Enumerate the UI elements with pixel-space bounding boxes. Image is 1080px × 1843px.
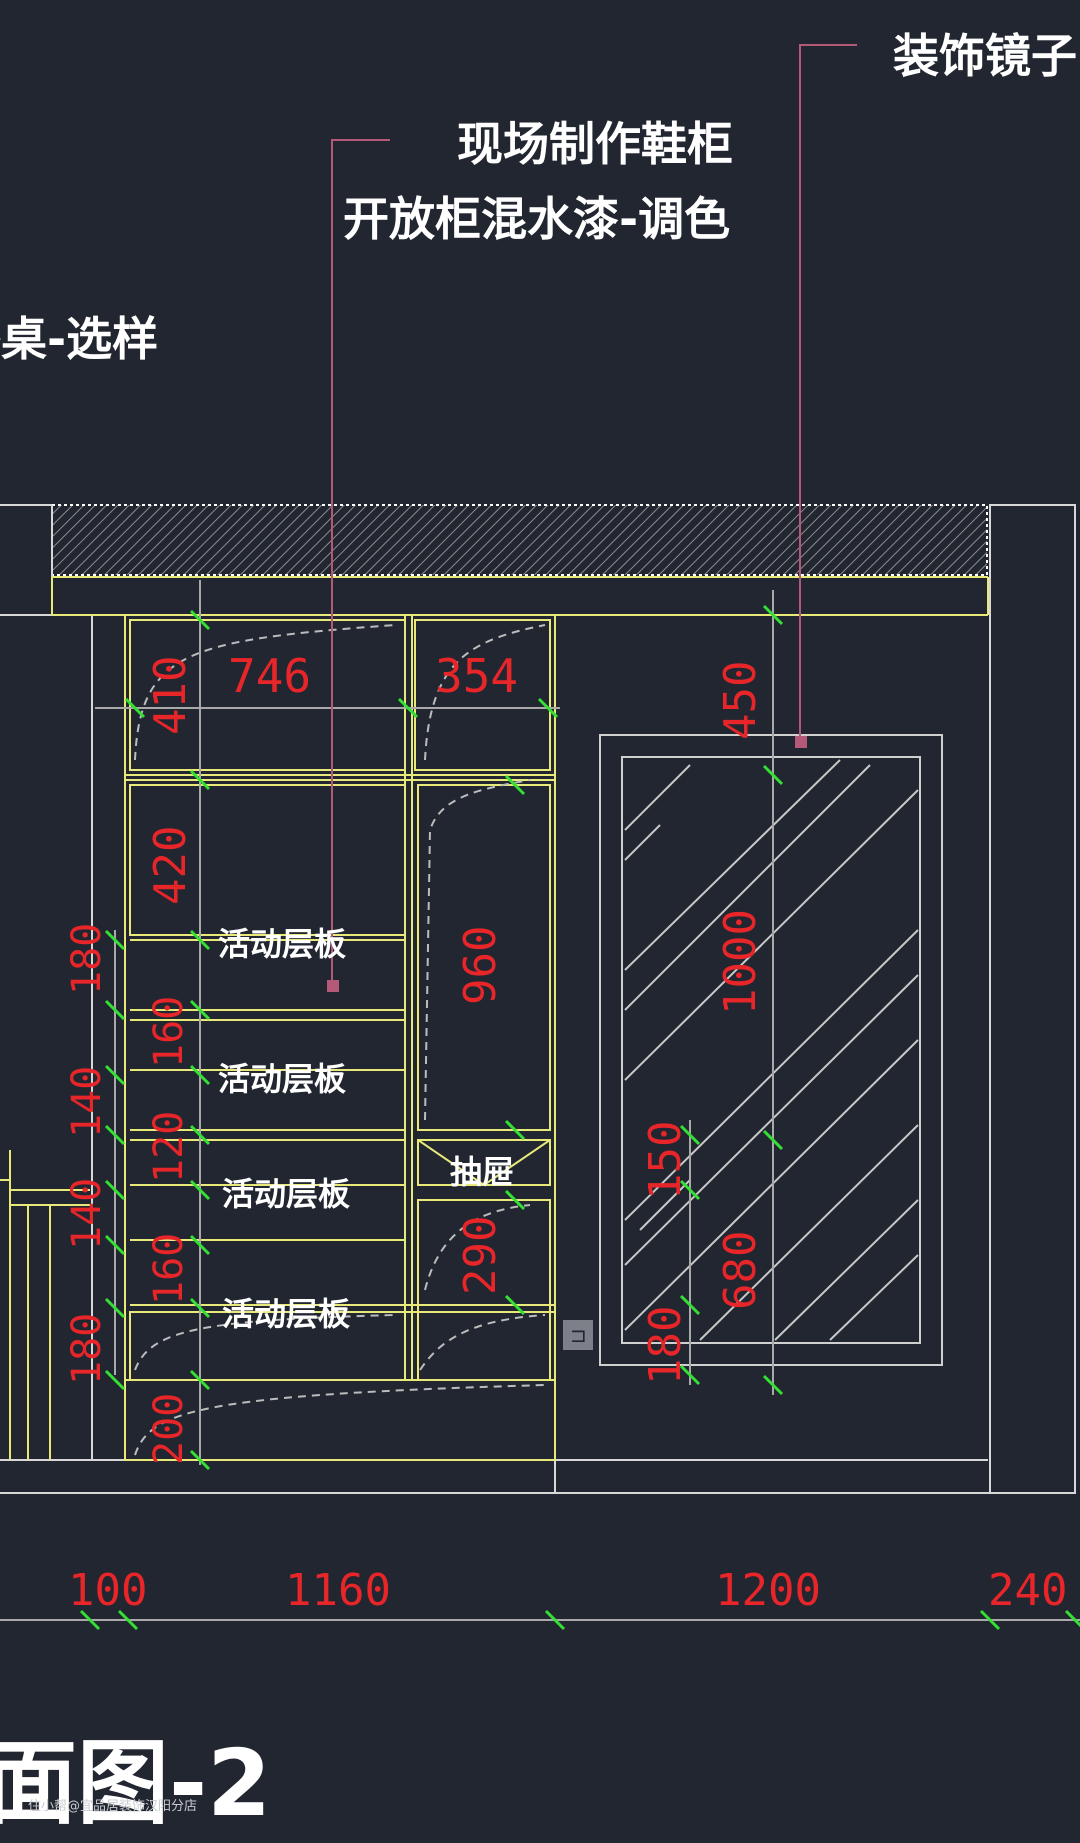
dim-left-160-a: 160 (146, 996, 192, 1068)
watermark: 住小帮@宜品居装饰汉阳分店 (28, 1799, 197, 1814)
leader-dot-cabinet (327, 980, 339, 992)
dim-h680: 680 (715, 1231, 766, 1310)
dim-bottom-100: 100 (68, 1565, 147, 1616)
dim-h410: 410 (145, 656, 196, 735)
dim-bottom-1200: 1200 (715, 1565, 821, 1616)
decorative-mirror (599, 734, 943, 1366)
dim-left-140-b: 140 (64, 1178, 110, 1250)
dim-left-180-b: 180 (64, 1313, 110, 1385)
dim-h180-mirror: 180 (640, 1306, 691, 1385)
section-symbol-mark: ⊐ (570, 1323, 587, 1347)
elevation-drawing: ⊐ 装饰镜子 现场制作鞋柜 开放柜混水漆-调色 餐桌-选样 746 354 41… (0, 29, 1080, 1837)
dim-bottom-240: 240 (988, 1565, 1067, 1616)
dim-left-160-b: 160 (146, 1233, 192, 1305)
ceiling-hatch (51, 504, 988, 576)
dim-left-180-a: 180 (64, 923, 110, 995)
left-column-dimensions: 180 160 140 120 140 160 180 200 (64, 923, 192, 1465)
shelf-label-3: 活动层板 (222, 1175, 350, 1213)
callout-desk: 餐桌-选样 (0, 312, 158, 366)
dim-left-120: 120 (146, 1111, 192, 1183)
dim-top-right: 354 (435, 649, 518, 703)
callout-cabinet-line2: 开放柜混水漆-调色 (343, 192, 730, 246)
shelf-label-1: 活动层板 (218, 925, 346, 963)
dim-h1000: 1000 (715, 909, 766, 1015)
dim-left-200: 200 (146, 1393, 192, 1465)
leader-dot-mirror (795, 736, 807, 748)
dim-h420: 420 (145, 826, 196, 905)
callout-mirror: 装饰镜子 (893, 29, 1077, 83)
dimension-ticks (79, 604, 1080, 1631)
dim-top-left: 746 (228, 649, 311, 703)
dim-h150: 150 (640, 1121, 691, 1200)
shelf-label-4: 活动层板 (222, 1295, 350, 1333)
shelf-label-2: 活动层板 (218, 1060, 346, 1098)
dim-left-140-a: 140 (64, 1066, 110, 1138)
dim-bottom-1160: 1160 (285, 1565, 391, 1616)
drawer-label: 抽屉 (450, 1153, 514, 1191)
drawing-title: 面图-2 (0, 1730, 271, 1837)
dim-h450: 450 (715, 661, 766, 740)
dim-h960: 960 (455, 926, 506, 1005)
dim-h290: 290 (455, 1216, 506, 1295)
callout-cabinet-line1: 现场制作鞋柜 (457, 117, 733, 171)
ceiling-trim (51, 576, 989, 616)
